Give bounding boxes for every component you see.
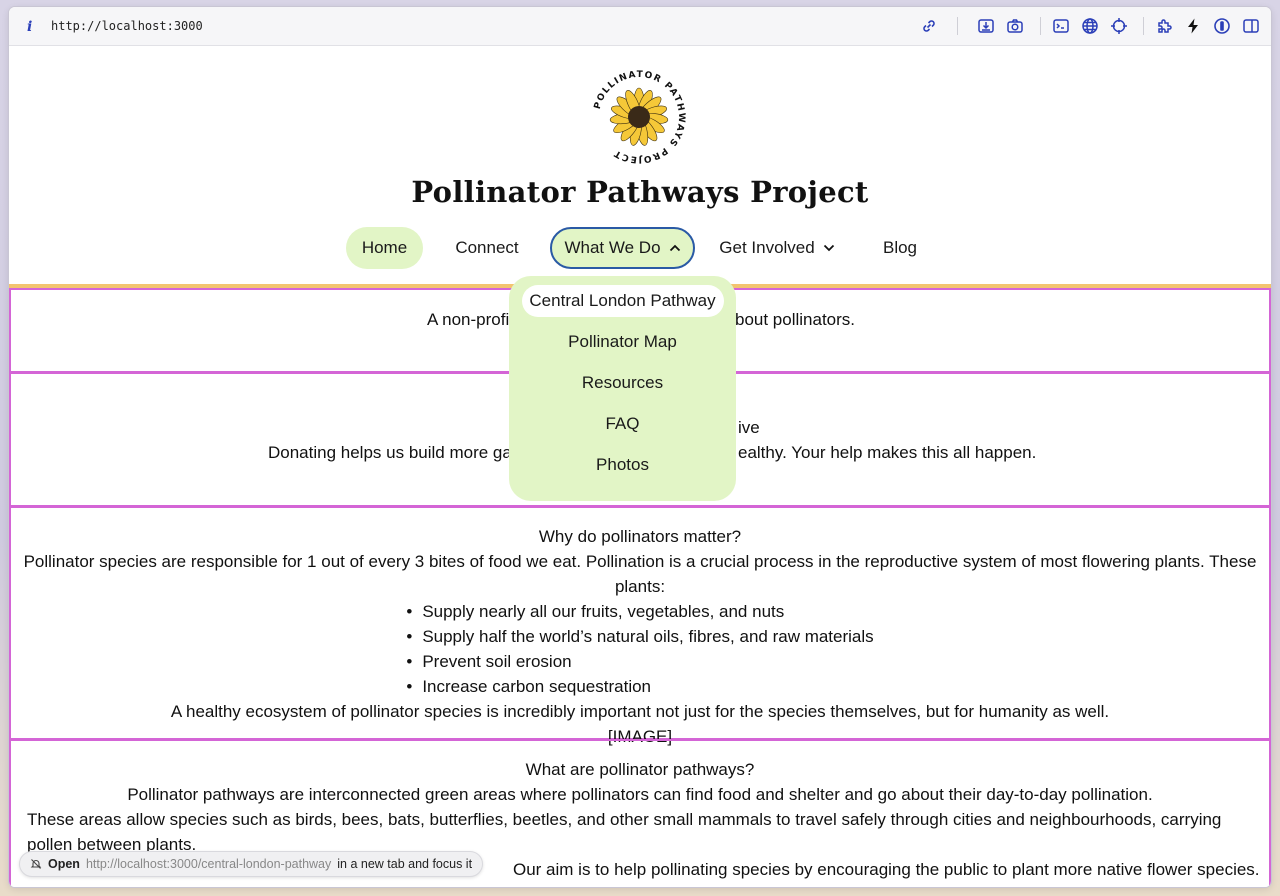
dropdown-item-central-london-pathway[interactable]: Central London Pathway — [521, 285, 724, 317]
donate-text-right: ealthy. Your help makes this all happen. — [738, 443, 1037, 462]
sidebar-icon[interactable] — [1242, 17, 1260, 35]
why-section: Why do pollinators matter? Pollinator sp… — [9, 506, 1271, 746]
list-item: Supply half the world’s natural oils, fi… — [406, 624, 873, 649]
what-we-do-dropdown: Central London Pathway Pollinator Map Re… — [509, 276, 736, 501]
crosshair-icon[interactable] — [1110, 17, 1128, 35]
nav-home[interactable]: Home — [346, 227, 423, 269]
list-item: Prevent soil erosion — [406, 649, 873, 674]
nav-blog-label: Blog — [882, 238, 918, 257]
chevron-down-icon — [823, 244, 834, 252]
status-url: http://localhost:3000/central-london-pat… — [85, 857, 332, 871]
list-item: Increase carbon sequestration — [406, 674, 873, 699]
address-bar[interactable]: http://localhost:3000 — [51, 19, 203, 33]
dropdown-item-resources[interactable]: Resources — [522, 367, 724, 399]
nav-home-label: Home — [361, 238, 408, 257]
what-line-2: These areas allow species such as birds,… — [27, 810, 1222, 854]
nav-what-we-do-label: What We Do — [564, 238, 661, 257]
chevron-up-icon — [669, 244, 680, 252]
site-info-icon[interactable]: i — [27, 19, 37, 35]
donate-heading-fragment: ive — [738, 418, 760, 437]
site-logo[interactable]: POLLINATOR PATHWAYS PROJECT — [589, 67, 689, 167]
globe-icon[interactable] — [1081, 17, 1099, 35]
nav-blog[interactable]: Blog — [875, 227, 925, 269]
status-suffix: in a new tab and focus it — [337, 857, 473, 871]
status-open-label: Open — [48, 857, 80, 871]
link-icon[interactable] — [920, 17, 938, 35]
main-nav: Home Connect What We Do Get Involved Blo… — [9, 227, 1271, 269]
toolbar-divider — [1143, 17, 1144, 35]
site-title: Pollinator Pathways Project — [411, 175, 869, 209]
extension-icon[interactable] — [1155, 17, 1173, 35]
password-manager-icon[interactable] — [1213, 17, 1231, 35]
why-intro: Pollinator species are responsible for 1… — [23, 552, 1257, 596]
toolbar-divider — [1040, 17, 1041, 35]
browser-window: i http://localhost:3000 POLLINATOR PATHW… — [9, 7, 1271, 887]
why-heading: Why do pollinators matter? — [538, 527, 742, 546]
web-page: POLLINATOR PATHWAYS PROJECT Pollinator P… — [9, 47, 1271, 887]
muted-bell-icon — [30, 859, 42, 869]
dropdown-item-pollinator-map[interactable]: Pollinator Map — [522, 326, 724, 358]
nav-connect[interactable]: Connect — [449, 227, 525, 269]
browser-toolbar: i http://localhost:3000 — [9, 7, 1271, 46]
dropdown-item-faq[interactable]: FAQ — [522, 408, 724, 440]
dropdown-item-photos[interactable]: Photos — [522, 449, 724, 481]
why-conclusion: A healthy ecosystem of pollinator specie… — [170, 702, 1110, 721]
terminal-icon[interactable] — [1052, 17, 1070, 35]
intro-text-left: A non-profi — [427, 310, 510, 329]
nav-what-we-do[interactable]: What We Do — [550, 227, 695, 269]
what-heading: What are pollinator pathways? — [525, 760, 755, 779]
link-status-tooltip: Open http://localhost:3000/central-londo… — [19, 851, 484, 877]
download-icon[interactable] — [977, 17, 995, 35]
list-item: Supply nearly all our fruits, vegetables… — [406, 599, 873, 624]
nav-get-involved[interactable]: Get Involved — [715, 227, 839, 269]
camera-icon[interactable] — [1006, 17, 1024, 35]
intro-text-right: bout pollinators. — [735, 310, 856, 329]
donate-text-left: Donating helps us build more garc — [268, 443, 526, 462]
what-line-1: Pollinator pathways are interconnected g… — [127, 785, 1153, 804]
nav-connect-label: Connect — [455, 238, 519, 257]
nav-get-involved-label: Get Involved — [719, 238, 815, 257]
bolt-icon[interactable] — [1184, 17, 1202, 35]
toolbar-divider — [957, 17, 958, 35]
why-bullet-list: Supply nearly all our fruits, vegetables… — [406, 599, 873, 699]
